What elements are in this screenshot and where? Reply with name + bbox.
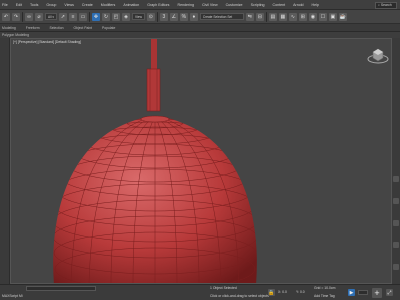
select-region-icon[interactable]: ▭ — [79, 12, 88, 21]
menu-edit[interactable]: Edit — [16, 3, 22, 7]
render-frame-icon[interactable]: ▣ — [328, 12, 337, 21]
status-bar: MAXScript Mi 1 Object Selected Click or … — [0, 284, 400, 300]
menu-views[interactable]: Views — [64, 3, 74, 7]
menu-tools[interactable]: Tools — [30, 3, 38, 7]
spinner-snap-icon[interactable]: ♦ — [189, 12, 198, 21]
add-time-tag[interactable]: Add Time Tag — [314, 294, 335, 298]
placement-icon[interactable]: ◈ — [122, 12, 131, 21]
perspective-viewport[interactable]: [+] [Perspective] [Standard] [Default Sh… — [10, 38, 392, 284]
toolbar-separator — [89, 11, 91, 22]
render-icon[interactable]: ☕ — [338, 12, 347, 21]
menu-create[interactable]: Create — [82, 3, 93, 7]
viewport-nav-icon[interactable] — [393, 242, 399, 248]
ribbon-tab-modeling[interactable]: Modeling — [2, 26, 16, 30]
lock-icon[interactable]: 🔒 — [268, 289, 275, 296]
align-icon[interactable]: ⊟ — [255, 12, 264, 21]
zoom-extents-icon[interactable]: ⤢ — [386, 289, 393, 296]
link-icon[interactable]: ∞ — [25, 12, 33, 21]
menu-customize[interactable]: Customize — [226, 3, 243, 7]
angle-snap-icon[interactable]: ∠ — [169, 12, 178, 21]
viewport-nav-icon[interactable] — [393, 198, 399, 204]
menu-animation[interactable]: Animation — [123, 3, 139, 7]
viewport-nav-icon[interactable] — [393, 220, 399, 226]
menu-file[interactable]: File — [2, 3, 8, 7]
redo-icon[interactable]: ↷ — [12, 12, 20, 21]
maxscript-listener[interactable]: MAXScript Mi — [2, 294, 23, 298]
frame-field[interactable] — [358, 290, 368, 295]
prompt-line: Click or click-and-drag to select object… — [210, 294, 269, 298]
select-by-name-icon[interactable]: ≡ — [69, 12, 78, 21]
lamp-cord — [151, 39, 157, 71]
play-icon[interactable]: ▶ — [348, 289, 355, 296]
ribbon-sub-polygon-modeling[interactable]: Polygon Modeling — [2, 33, 29, 37]
menu-civil-view[interactable]: Civil View — [202, 3, 218, 7]
menu-arnold[interactable]: Arnold — [293, 3, 303, 7]
lamp-cap — [140, 115, 170, 123]
coord-y[interactable]: Y: 0.0 — [296, 290, 305, 294]
menu-help[interactable]: Help — [312, 3, 319, 7]
curve-editor-icon[interactable]: ∿ — [288, 12, 297, 21]
toolbar-separator — [156, 11, 158, 22]
lamp-model[interactable] — [11, 39, 392, 284]
search-label: Search — [380, 3, 392, 7]
unlink-icon[interactable]: ⌀ — [35, 12, 43, 21]
mirror-icon[interactable]: ⇋ — [245, 12, 254, 21]
menu-graph-editors[interactable]: Graph Editors — [147, 3, 169, 7]
timeline-slider[interactable] — [26, 286, 96, 291]
coord-x[interactable]: X: 0.0 — [278, 290, 287, 294]
selection-filter-dropdown[interactable]: All ▾ — [45, 13, 58, 20]
percent-snap-icon[interactable]: % — [179, 12, 188, 21]
search-box[interactable]: ⌕ Search — [375, 1, 397, 9]
lamp-cord-socket — [146, 68, 161, 112]
right-command-strip — [392, 38, 400, 284]
schematic-icon[interactable]: ⊞ — [298, 12, 307, 21]
ribbon-tab-object-paint[interactable]: Object Paint — [73, 26, 91, 30]
menu-scripting[interactable]: Scripting — [251, 3, 265, 7]
menu-bar: File Edit Tools Group Views Create Modif… — [0, 0, 400, 10]
selection-status: 1 Object Selected — [210, 286, 237, 290]
grid-size: Grid = 10.0cm — [314, 286, 336, 290]
search-icon: ⌕ — [378, 3, 380, 7]
scene-explorer-icon[interactable]: ▦ — [278, 12, 287, 21]
move-icon[interactable]: ✥ — [92, 12, 101, 21]
select-icon[interactable]: ➚ — [59, 12, 68, 21]
left-command-strip — [0, 38, 10, 284]
menu-group[interactable]: Group — [46, 3, 56, 7]
viewport-nav-icon[interactable] — [393, 264, 399, 270]
snap-icon[interactable]: 3 — [159, 12, 168, 21]
menu-content[interactable]: Content — [273, 3, 286, 7]
toolbar-separator — [22, 11, 23, 22]
scale-icon[interactable]: ◰ — [112, 12, 121, 21]
set-key-icon[interactable]: + — [372, 288, 382, 298]
menu-modifiers[interactable]: Modifiers — [101, 3, 116, 7]
toolbar-separator — [265, 11, 267, 22]
viewport-nav-icon[interactable] — [393, 176, 399, 182]
view-dropdown[interactable]: View — [132, 13, 145, 20]
render-setup-icon[interactable]: ☐ — [318, 12, 327, 21]
main-toolbar: ↶ ↷ ∞ ⌀ All ▾ ➚ ≡ ▭ ✥ ↻ ◰ ◈ View ⊙ 3 ∠ %… — [0, 10, 400, 24]
menu-rendering[interactable]: Rendering — [177, 3, 194, 7]
layer-icon[interactable]: ▤ — [268, 12, 277, 21]
selection-set-dropdown[interactable]: Create Selection Set — [199, 13, 244, 20]
ribbon-tab-freeform[interactable]: Freeform — [26, 26, 40, 30]
rotate-icon[interactable]: ↻ — [102, 12, 111, 21]
material-editor-icon[interactable]: ◉ — [308, 12, 317, 21]
undo-icon[interactable]: ↶ — [2, 12, 10, 21]
pivot-icon[interactable]: ⊙ — [146, 12, 155, 21]
ribbon-tab-selection[interactable]: Selection — [50, 26, 64, 30]
ribbon: Modeling Freeform Selection Object Paint… — [0, 24, 400, 38]
ribbon-tab-populate[interactable]: Populate — [102, 26, 115, 30]
